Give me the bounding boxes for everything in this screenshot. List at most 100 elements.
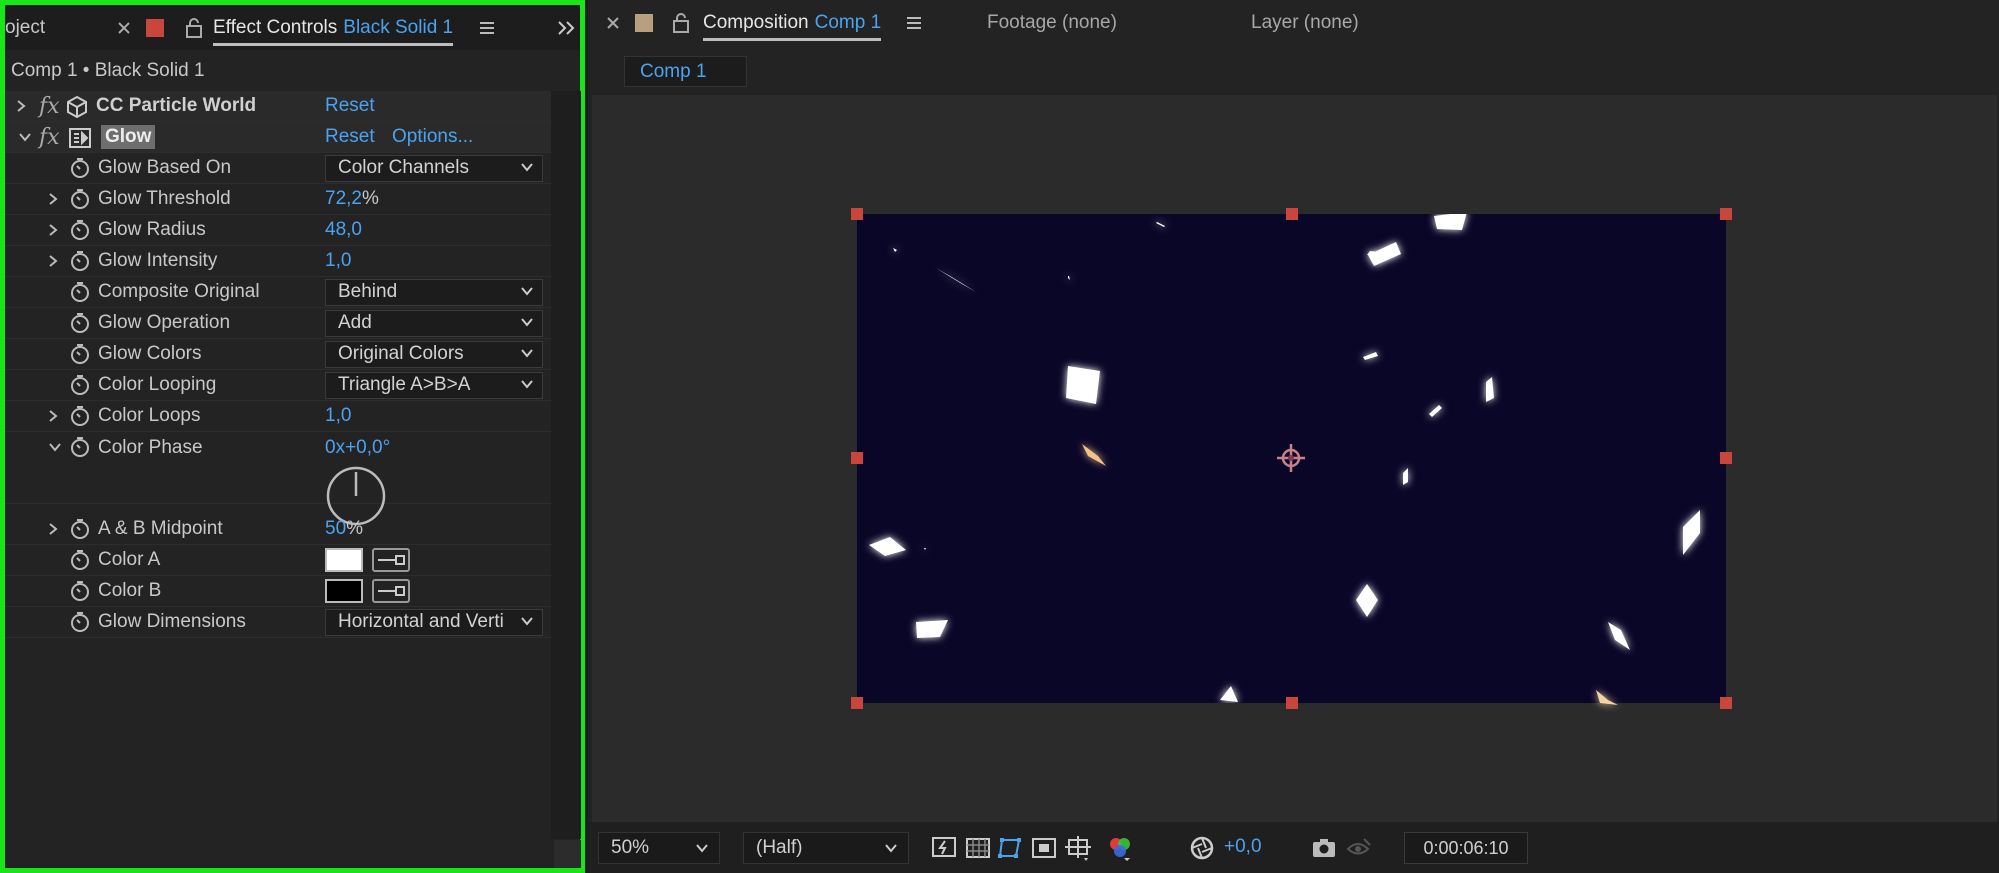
param-color-looping: Color Looping Triangle A>B>A [5,370,551,401]
stopwatch-icon[interactable] [69,188,91,210]
stopwatch-icon[interactable] [69,436,91,458]
panel-menu-icon[interactable] [479,5,495,50]
dropdown-value: Triangle A>B>A [338,374,471,395]
value-number[interactable]: 72,2 [325,188,362,209]
glow-dimensions-dropdown[interactable]: Horizontal and Verti [325,608,543,636]
stopwatch-icon[interactable] [69,611,91,633]
tab-project-label: oject [5,16,46,38]
param-label: Color B [98,580,162,601]
color-phase-value[interactable]: 0x+0,0° [325,437,390,459]
value-number[interactable]: 50 [325,518,346,539]
effects-list: fx CC Particle World Reset fx Glow Reset… [5,91,551,638]
layer-breadcrumb: Comp 1 • Black Solid 1 [11,60,205,81]
mask-visibility-icon[interactable] [996,834,1024,862]
reset-button[interactable]: Reset [325,95,375,117]
region-of-interest-icon[interactable] [1030,834,1058,862]
stopwatch-icon[interactable] [69,312,91,334]
particle [1066,366,1100,404]
stopwatch-icon[interactable] [69,250,91,272]
eyedropper-icon[interactable] [372,548,410,572]
glow-radius-value[interactable]: 48,0 [325,219,362,241]
dropdown-value: Horizontal and Verti [338,611,504,632]
glow-intensity-value[interactable]: 1,0 [325,250,351,272]
stopwatch-icon[interactable] [69,219,91,241]
reset-button[interactable]: Reset [325,126,375,148]
effect-glow[interactable]: fx Glow Reset Options... [5,122,551,153]
show-snapshot-icon[interactable] [1344,834,1372,862]
stopwatch-icon[interactable] [69,405,91,427]
stopwatch-icon[interactable] [69,518,91,540]
eyedropper-icon[interactable] [372,579,410,603]
effect-controls-panel: oject Effect Controls Black Solid 1 Comp… [0,0,585,873]
exposure-value[interactable]: +0,0 [1224,836,1262,858]
handle [851,208,863,220]
composition-canvas[interactable] [588,0,1999,873]
close-icon[interactable] [117,5,131,50]
glow-operation-dropdown[interactable]: Add [325,309,543,337]
color-b-swatch[interactable] [325,579,363,603]
resolution-dropdown[interactable]: (Half) [743,832,909,864]
param-color-loops: Color Loops 1,0 [5,401,551,432]
composite-original-dropdown[interactable]: Behind [325,278,543,306]
param-glow-radius: Glow Radius 48,0 [5,215,551,246]
zoom-dropdown[interactable]: 50% [598,832,720,864]
chevron-down-icon [521,286,533,296]
param-glow-based-on: Glow Based On Color Channels [5,153,551,184]
color-looping-dropdown[interactable]: Triangle A>B>A [325,371,543,399]
param-label: Glow Based On [98,157,232,178]
fx-toggle-icon[interactable]: fx [39,94,60,119]
stopwatch-icon[interactable] [69,549,91,571]
ab-midpoint-value[interactable]: 50% [325,518,363,540]
value-unit: % [361,188,379,209]
expand-panels-icon[interactable] [557,5,577,50]
glow-based-on-dropdown[interactable]: Color Channels [325,154,543,182]
param-label: Glow Dimensions [98,611,246,632]
chevron-down-icon[interactable] [47,439,63,455]
effect-cc-particle-world[interactable]: fx CC Particle World Reset [5,91,551,122]
transparency-grid-icon[interactable] [964,834,992,862]
chevron-down-icon [696,844,708,853]
label-color-swatch[interactable] [146,5,164,50]
stopwatch-icon[interactable] [69,157,91,179]
current-time-display[interactable]: 0:00:06:10 [1404,832,1528,864]
grid-guides-icon[interactable] [1064,834,1092,862]
param-glow-intensity: Glow Intensity 1,0 [5,246,551,277]
camera-snapshot-icon[interactable] [1310,834,1338,862]
stopwatch-icon[interactable] [69,281,91,303]
lock-icon[interactable] [185,5,203,50]
options-button[interactable]: Options... [392,126,473,148]
color-loops-value[interactable]: 1,0 [325,405,351,427]
color-channels-icon[interactable] [1106,834,1134,862]
chevron-down-icon [885,844,897,853]
chevron-down-icon [521,348,533,358]
handle [1286,208,1298,220]
dropdown-value: Color Channels [338,157,469,178]
param-label: Glow Intensity [98,250,218,271]
stopwatch-icon[interactable] [69,374,91,396]
zoom-value: 50% [611,837,650,858]
chevron-right-icon[interactable] [45,521,61,537]
fx-toggle-icon[interactable]: fx [39,125,60,150]
resolution-value: (Half) [756,837,803,858]
stopwatch-icon[interactable] [69,580,91,602]
chevron-right-icon[interactable] [45,408,61,424]
effect-name[interactable]: Glow [101,125,156,149]
tab-effect-controls[interactable]: Effect Controls Black Solid 1 [213,5,454,50]
color-a-swatch[interactable] [325,548,363,572]
left-tab-bar: oject Effect Controls Black Solid 1 [5,5,580,50]
effect-name: CC Particle World [96,95,257,116]
vertical-scrollbar[interactable] [551,91,581,839]
glow-threshold-value[interactable]: 72,2% [325,188,379,210]
fast-previews-icon[interactable] [930,834,958,862]
composition-panel: Composition Comp 1 Footage (none) Layer … [588,0,1999,873]
chevron-right-icon[interactable] [45,222,61,238]
chevron-right-icon[interactable] [13,98,29,114]
chevron-right-icon[interactable] [45,191,61,207]
value-unit: % [346,518,364,539]
chevron-down-icon[interactable] [17,129,33,145]
glow-colors-dropdown[interactable]: Original Colors [325,340,543,368]
tab-project[interactable]: oject [5,5,45,50]
reset-exposure-icon[interactable] [1188,834,1216,862]
chevron-right-icon[interactable] [45,253,61,269]
stopwatch-icon[interactable] [69,343,91,365]
